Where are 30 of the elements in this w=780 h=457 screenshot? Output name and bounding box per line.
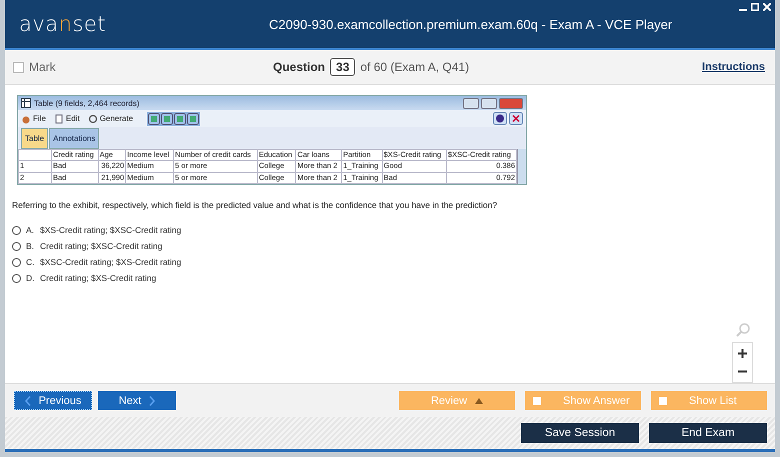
mark-checkbox[interactable]: Mark <box>13 60 273 74</box>
menu-item[interactable]: File <box>21 114 46 124</box>
window-title: C2090-930.examcollection.premium.exam.60q - Exam A - VCE Player <box>269 16 674 32</box>
menu-item[interactable]: Edit <box>54 114 80 124</box>
logo: ava nset <box>19 12 108 36</box>
scrollbar[interactable] <box>517 149 526 184</box>
maximize-icon[interactable] <box>751 3 759 11</box>
plus-icon[interactable] <box>738 349 747 358</box>
triangle-up-icon <box>475 398 484 404</box>
next-button[interactable]: Next <box>98 391 176 410</box>
answer-option[interactable]: B. Credit rating; $XSC-Credit rating <box>12 238 775 254</box>
table-icon <box>21 98 31 108</box>
answer-option[interactable]: C. $XSC-Credit rating; $XS-Credit rating <box>12 254 775 270</box>
answer-option[interactable]: A. $XS-Credit rating; $XSC-Credit rating <box>12 222 775 238</box>
exhibit-title: Table (9 fields, 2,464 records) <box>34 98 140 108</box>
question-text: Referring to the exhibit, respectively, which field is the predicted value and what is the confidence that you have in the prediction? <box>12 200 498 210</box>
tab[interactable]: Annotations <box>49 128 100 149</box>
instructions-link[interactable]: Instructions <box>702 61 765 73</box>
chevron-right-icon <box>149 396 156 406</box>
chevron-left-icon <box>24 396 31 406</box>
save-session-button[interactable]: Save Session <box>521 423 639 443</box>
previous-button[interactable]: Previous <box>14 391 92 410</box>
question-label: Question <box>273 60 326 74</box>
tab[interactable]: Table <box>21 128 48 149</box>
answer-option[interactable]: D. Credit rating; $XS-Credit rating <box>12 270 775 286</box>
minimize-button[interactable] <box>463 98 479 108</box>
end-exam-button[interactable]: End Exam <box>649 423 767 443</box>
question-count: of 60 (Exam A, Q41) <box>360 60 470 74</box>
menu-item[interactable]: Generate <box>88 114 134 124</box>
question-number-field[interactable]: 33 <box>330 58 356 76</box>
